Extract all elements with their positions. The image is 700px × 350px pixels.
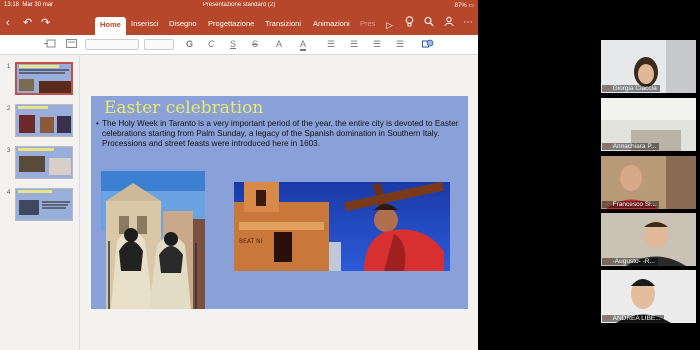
new-slide-icon[interactable] [44, 39, 56, 51]
font-size-box[interactable] [144, 39, 174, 50]
slide-thumbnail-4[interactable] [15, 188, 73, 221]
lightbulb-icon[interactable] [405, 16, 414, 31]
highlight-button[interactable]: A [276, 39, 282, 49]
underline-button[interactable]: S [230, 39, 236, 49]
share-icon[interactable] [444, 16, 454, 31]
strikethrough-button[interactable]: S [252, 39, 258, 49]
participant-tile[interactable]: 🎤︎ Giorgia Ciaccia [601, 40, 696, 93]
participant-name: 🎤︎ -Augusto- -R... [602, 258, 658, 265]
participant-tile[interactable]: 🎤︎ Francesco Si... [601, 156, 696, 209]
participant-tile[interactable]: 🎤︎ Annachiara P... [601, 98, 696, 151]
play-icon[interactable]: ▷ [386, 18, 393, 32]
bullets-icon[interactable]: ☰ [327, 39, 335, 50]
document-title[interactable]: Presentazione standard (2) [0, 2, 478, 8]
numbering-icon[interactable]: ☰ [350, 39, 358, 50]
thumbnail-number: 4 [7, 190, 11, 196]
tab-home[interactable]: Home [95, 17, 126, 35]
powerpoint-app: 13:18 Mar 30 mar Presentazione standard … [0, 0, 478, 350]
mic-muted-icon: 🎤︎ [603, 259, 611, 265]
tab-presentazione[interactable]: Pres [360, 19, 375, 28]
participant-tile[interactable]: 🎤︎ -Augusto- -R... [601, 213, 696, 266]
bold-button[interactable]: G [186, 39, 193, 49]
slide-body-text[interactable]: • The Holy Week in Taranto is a very imp… [96, 119, 461, 150]
participant-name: 🎤︎ Francesco Si... [602, 201, 659, 208]
undo-icon[interactable]: ↶ [23, 16, 32, 30]
participant-name: 🎤︎ Giorgia Ciaccia [602, 85, 660, 92]
video-participants-panel: 🎤︎ Giorgia Ciaccia 🎤︎ Annachiara P... 🎤︎ Fr… [478, 0, 700, 350]
mic-muted-icon: 🎤︎ [603, 86, 611, 92]
tab-progettazione[interactable]: Progettazione [208, 19, 254, 28]
font-name-box[interactable] [85, 39, 139, 50]
participant-name: 🎤︎ Annachiara P... [602, 143, 660, 150]
slide-thumbnail-2[interactable] [15, 104, 73, 137]
thumbnail-number: 1 [7, 64, 11, 70]
tab-inserisci[interactable]: Inserisci [131, 19, 159, 28]
redo-icon[interactable]: ↷ [41, 16, 50, 30]
bullet-marker: • [96, 119, 99, 128]
tab-disegno[interactable]: Disegno [169, 19, 197, 28]
procession-photo[interactable] [101, 171, 205, 309]
participant-tile[interactable]: 🎤︎ ANDREA LIBE... [601, 270, 696, 323]
participant-name: 🎤︎ ANDREA LIBE... [602, 315, 664, 322]
slide-title[interactable]: Easter celebration [104, 98, 263, 118]
slide-thumbnail-1[interactable] [15, 62, 73, 95]
back-icon[interactable]: ‹ [6, 16, 10, 30]
status-bar: 13:18 Mar 30 mar Presentazione standard … [0, 0, 478, 12]
crucifix-statue-photo[interactable]: BEAT NI [234, 182, 450, 271]
font-color-button[interactable]: A [300, 39, 307, 51]
shapes-icon[interactable] [422, 39, 434, 51]
slide-paragraph: The Holy Week in Taranto is a very impor… [102, 119, 459, 149]
thumbnail-number: 2 [7, 106, 11, 112]
slide-thumbnail-3[interactable] [15, 146, 73, 179]
ribbon: ‹ ↶ ↷ Home Inserisci Disegno Progettazio… [0, 12, 478, 35]
building-sign-text: BEAT NI [239, 238, 263, 245]
align-icon[interactable]: ☰ [396, 39, 404, 50]
layout-icon[interactable] [66, 39, 77, 51]
battery-icon: ▭ [468, 3, 474, 9]
more-icon[interactable]: ⋯ [463, 16, 473, 30]
italic-button[interactable]: C [208, 39, 215, 49]
search-icon[interactable] [424, 16, 434, 31]
status-right: 87% ▭ [455, 2, 474, 9]
mic-muted-icon: 🎤︎ [603, 316, 611, 322]
formatting-toolbar: G C S S A A ☰ ☰ ☰ ☰ [0, 35, 478, 55]
mic-muted-icon: 🎤︎ [603, 202, 611, 208]
battery-level: 87% [454, 3, 467, 9]
tab-animazioni[interactable]: Animazioni [313, 19, 350, 28]
tab-transizioni[interactable]: Transizioni [265, 19, 301, 28]
thumbnail-number: 3 [7, 148, 11, 154]
slide-thumbnails-pane: 1 2 3 4 [0, 56, 80, 350]
slide-1[interactable]: Easter celebration • The Holy Week in Ta… [91, 96, 468, 309]
mic-muted-icon: 🎤︎ [603, 144, 611, 150]
indent-icon[interactable]: ☰ [373, 39, 381, 50]
